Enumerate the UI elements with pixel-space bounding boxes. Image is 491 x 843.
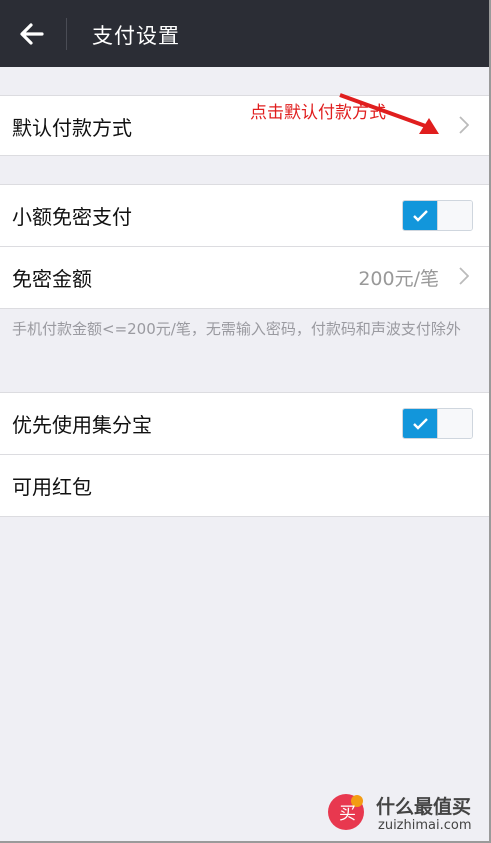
toggle-knob — [437, 409, 472, 438]
annotation-arrow-icon — [339, 93, 439, 134]
free-amount-row[interactable]: 免密金额 200元/笔 — [0, 247, 489, 309]
toggle-on-area — [403, 409, 438, 438]
small-free-payment-label: 小额免密支付 — [12, 205, 132, 229]
back-arrow-icon[interactable] — [18, 20, 46, 48]
free-amount-label: 免密金额 — [12, 267, 92, 291]
jifenbao-row: 优先使用集分宝 — [0, 392, 489, 455]
red-packet-label: 可用红包 — [12, 475, 92, 499]
watermark-logo-icon: 买 — [328, 794, 364, 830]
navigation-bar: 支付设置 — [0, 0, 491, 67]
chevron-right-icon — [459, 267, 469, 285]
check-icon — [413, 210, 428, 222]
small-free-payment-row: 小额免密支付 — [0, 184, 489, 247]
watermark-url: zuizhimai.com — [378, 818, 472, 833]
toggle-knob — [437, 201, 472, 230]
red-packet-row[interactable]: 可用红包 — [0, 455, 489, 517]
default-payment-label: 默认付款方式 — [12, 116, 132, 140]
toggle-on-area — [403, 201, 438, 230]
nav-divider — [66, 18, 67, 50]
small-free-payment-toggle[interactable] — [402, 200, 473, 231]
chevron-right-icon — [459, 116, 469, 134]
jifenbao-label: 优先使用集分宝 — [12, 413, 152, 437]
watermark-title: 什么最值买 — [376, 796, 472, 818]
free-amount-value: 200元/笔 — [358, 268, 439, 290]
free-amount-note: 手机付款金额<=200元/笔，无需输入密码，付款码和声波支付除外 — [12, 320, 461, 338]
page-title: 支付设置 — [92, 24, 180, 48]
svg-text:买: 买 — [339, 804, 356, 824]
check-icon — [413, 418, 428, 430]
jifenbao-toggle[interactable] — [402, 408, 473, 439]
